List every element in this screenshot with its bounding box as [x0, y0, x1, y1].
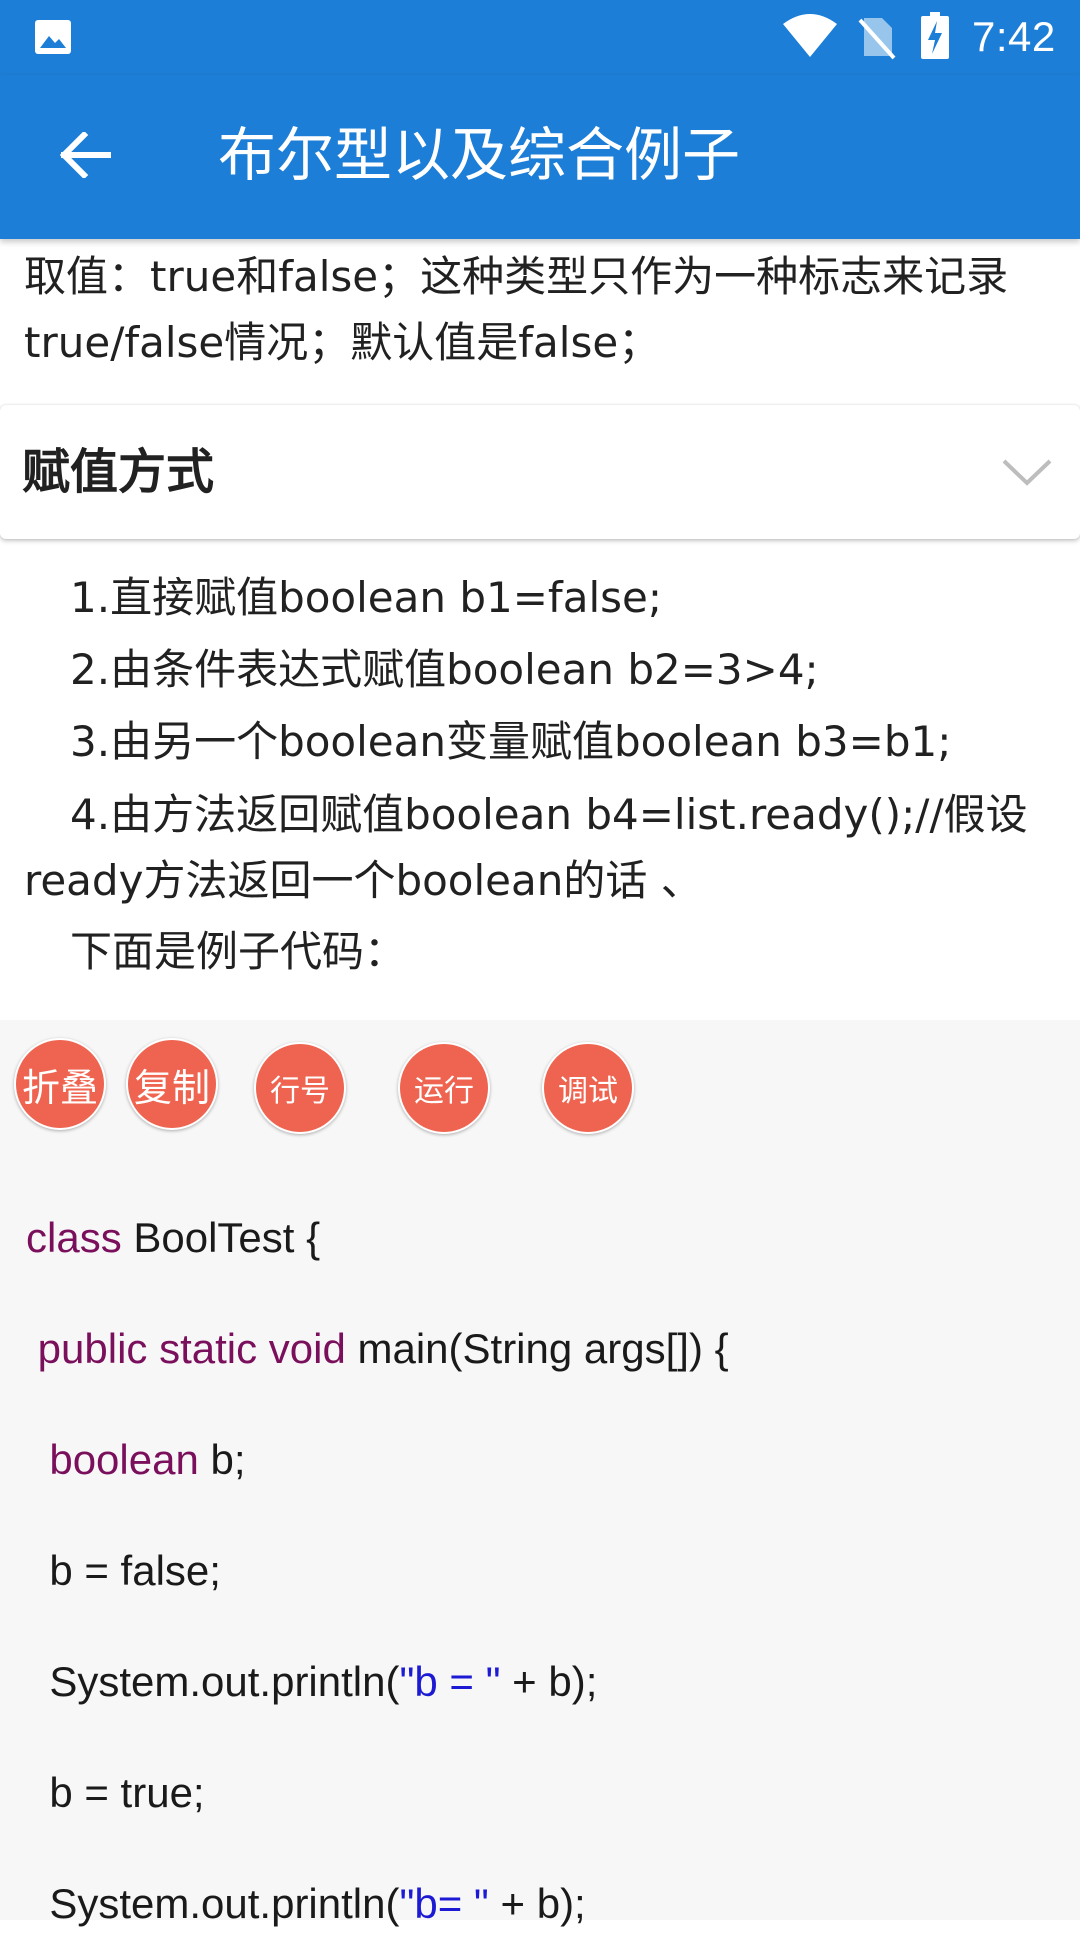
- fold-button[interactable]: 折叠: [14, 1038, 106, 1130]
- code-line: boolean b;: [26, 1404, 1066, 1515]
- code-line: System.out.println("b= " + b);: [26, 1848, 1066, 1959]
- code-listing: class BoolTest { public static void main…: [26, 1182, 1066, 1959]
- assignment-section-header[interactable]: 赋值方式: [0, 405, 1080, 539]
- code-line: public static void main(String args[]) {: [26, 1293, 1066, 1404]
- code-keyword: boolean: [49, 1436, 199, 1483]
- assignment-list: 1.直接赋值boolean b1=false; 2.由条件表达式赋值boolea…: [24, 562, 1064, 988]
- app-bar: 布尔型以及综合例子: [0, 75, 1080, 239]
- no-sim-icon: [858, 18, 896, 60]
- copy-button[interactable]: 复制: [126, 1038, 218, 1130]
- intro-text: 取值：true和false；这种类型只作为一种标志来记录true/false情况…: [24, 252, 1009, 367]
- list-item: 2.由条件表达式赋值boolean b2=3>4;: [70, 645, 819, 694]
- code-text: main(String args[]) {: [345, 1325, 729, 1372]
- example-intro: 下面是例子代码：: [70, 927, 407, 976]
- code-keyword: class: [26, 1214, 122, 1261]
- status-time: 7:42: [972, 13, 1056, 60]
- chevron-down-icon: [1002, 459, 1052, 486]
- gallery-icon: [35, 20, 71, 54]
- code-string: "b = ": [399, 1658, 501, 1705]
- back-button[interactable]: [46, 115, 126, 195]
- wifi-icon: [783, 14, 837, 57]
- code-line: b = false;: [26, 1547, 221, 1594]
- status-bar: 7:42: [0, 0, 1080, 75]
- code-line: b = true;: [26, 1769, 205, 1816]
- code-line: class BoolTest {: [26, 1182, 1066, 1293]
- arrow-left-icon: [60, 132, 111, 178]
- code-block: 折叠 复制 行号 运行 调试 class BoolTest { public s…: [0, 1020, 1080, 1927]
- list-item: 1.直接赋值boolean b1=false;: [70, 573, 662, 622]
- run-button[interactable]: 运行: [398, 1042, 490, 1134]
- line-numbers-button[interactable]: 行号: [254, 1042, 346, 1134]
- section-title: 赋值方式: [22, 444, 215, 500]
- code-text: b;: [198, 1436, 246, 1483]
- page-title: 布尔型以及综合例子: [218, 121, 741, 189]
- code-text: System.out.println(: [26, 1658, 400, 1705]
- code-text: + b);: [500, 1658, 598, 1705]
- code-text: BoolTest {: [121, 1214, 321, 1261]
- code-keyword: public static void: [37, 1325, 346, 1372]
- battery-charging-icon: [921, 12, 949, 59]
- list-item: 3.由另一个boolean变量赋值boolean b3=b1;: [70, 717, 952, 766]
- debug-button[interactable]: 调试: [542, 1042, 634, 1134]
- list-item: 4.由方法返回赋值boolean b4=list.ready();//假设rea…: [24, 790, 1028, 905]
- code-line: System.out.println("b = " + b);: [26, 1626, 1066, 1737]
